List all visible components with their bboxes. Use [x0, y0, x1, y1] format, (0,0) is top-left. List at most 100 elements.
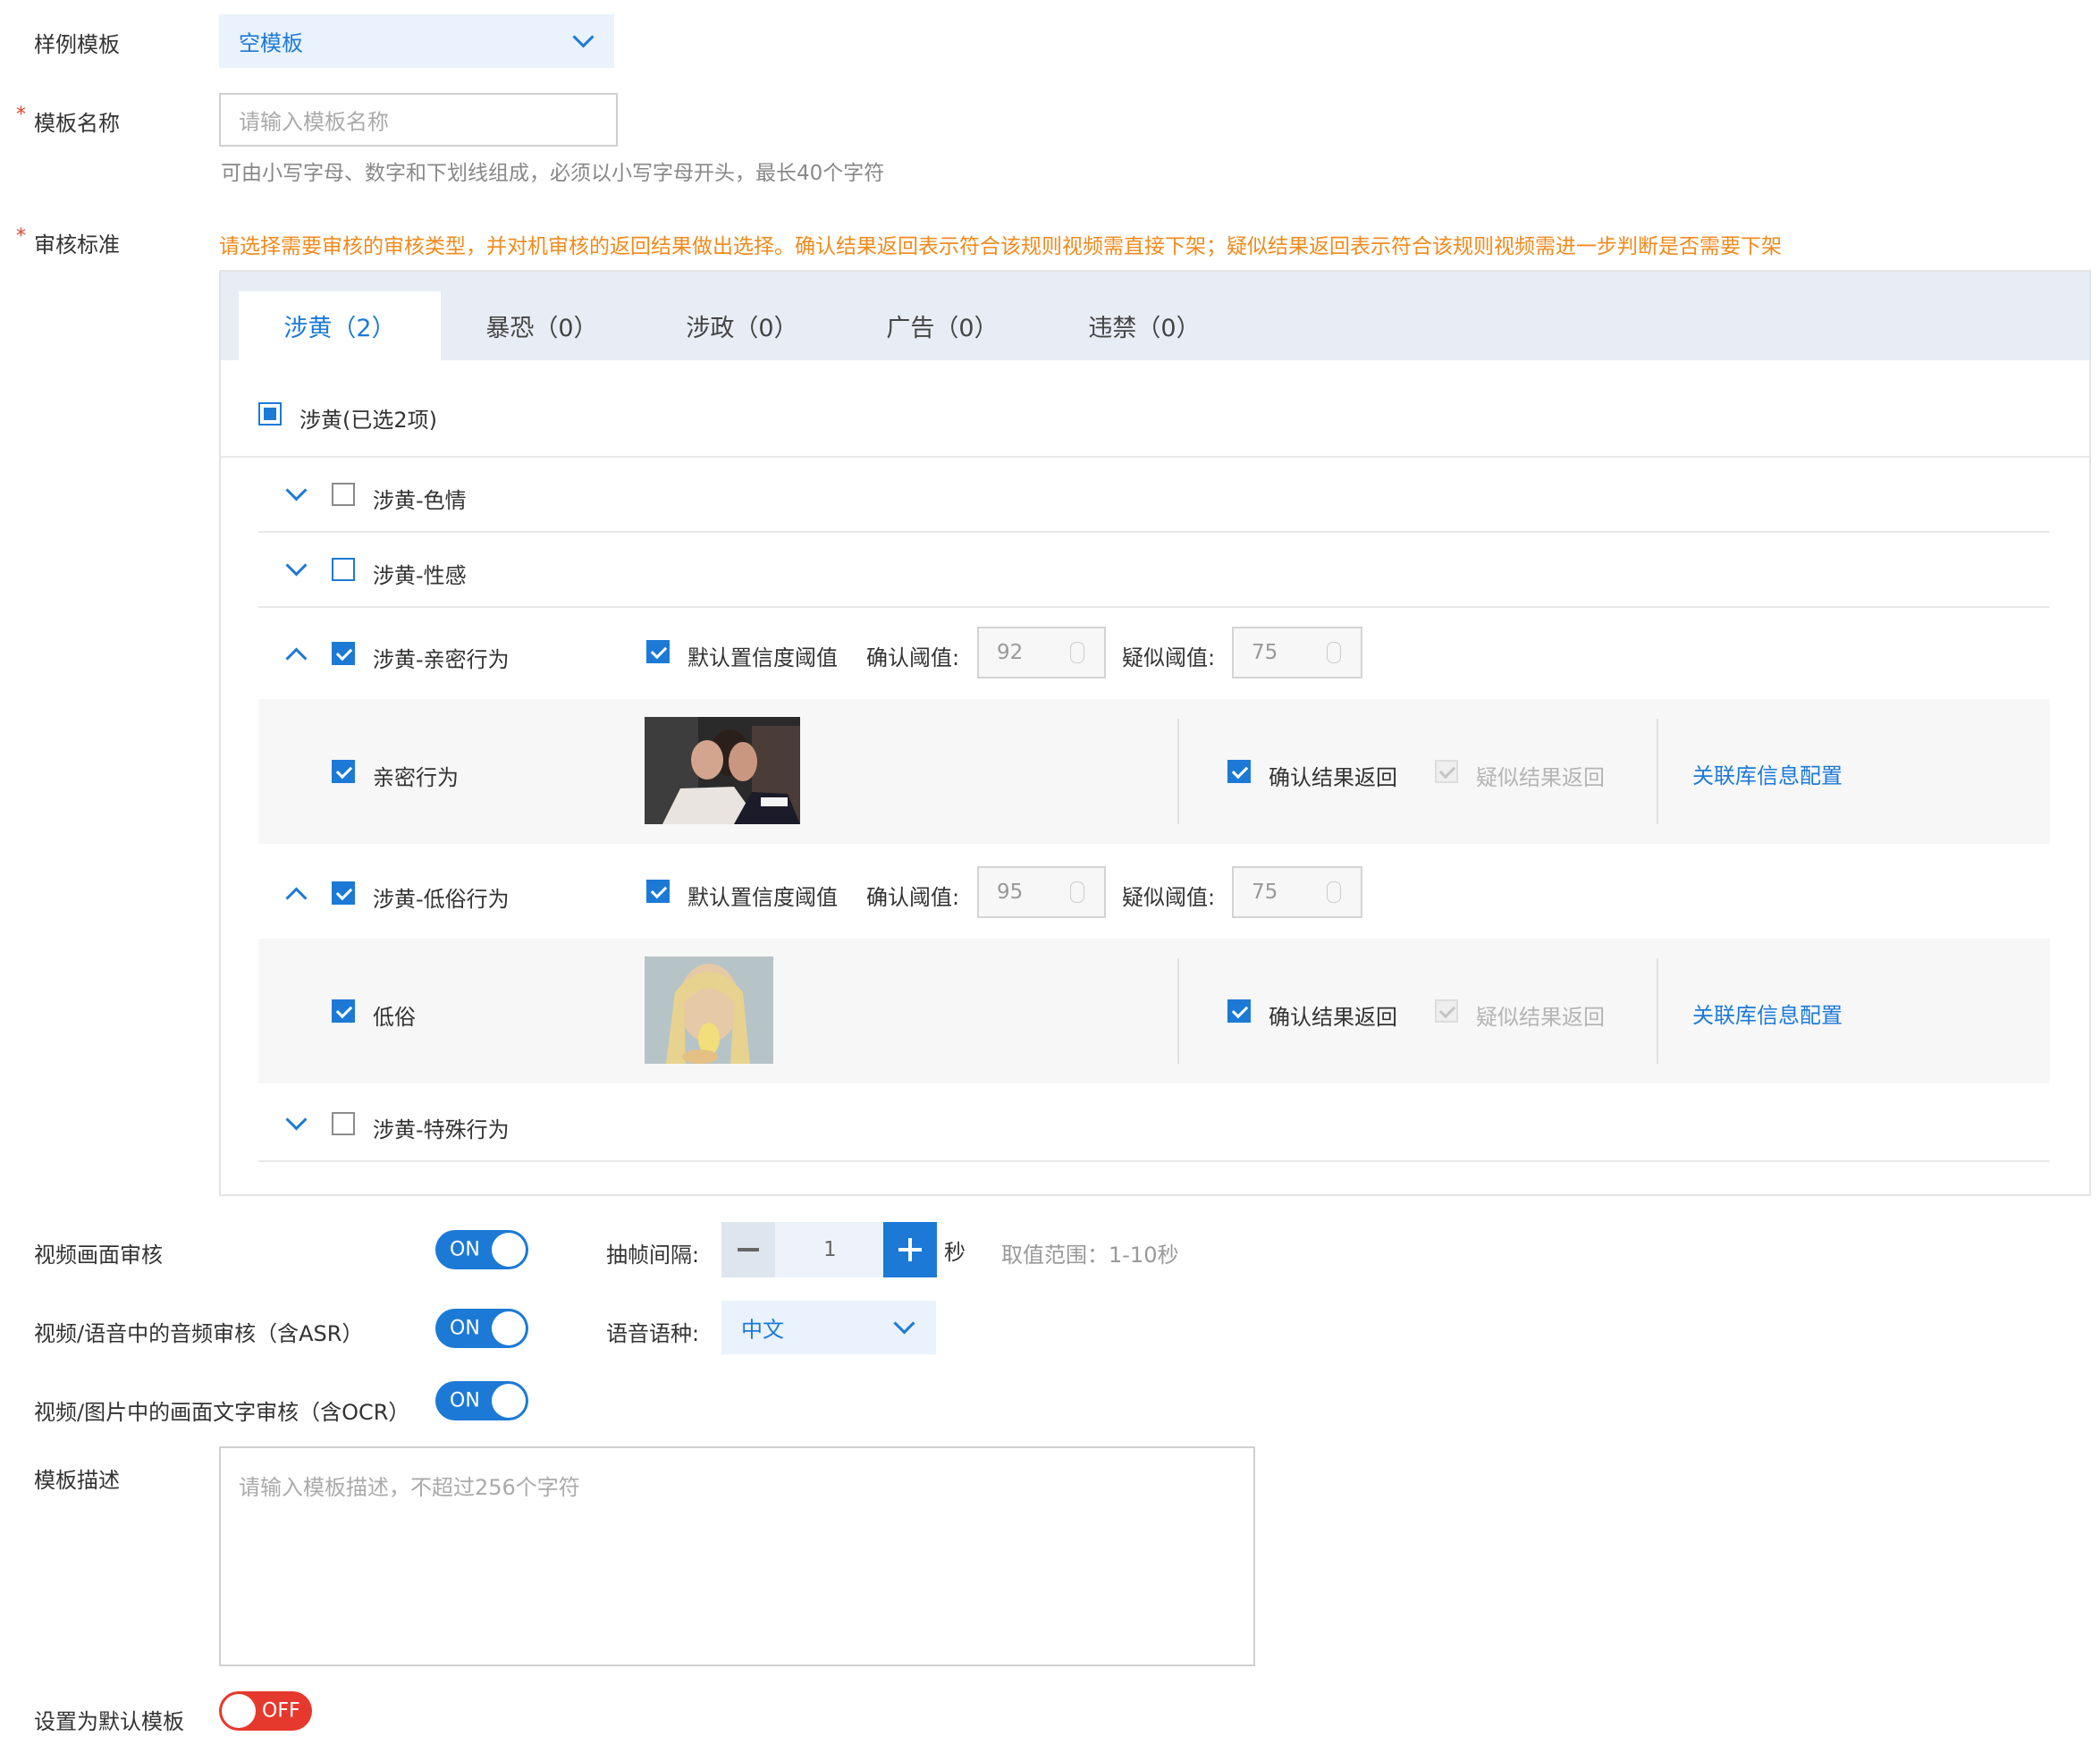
suspect-threshold-input[interactable]: 75 [1232, 627, 1362, 678]
category-checkbox[interactable] [332, 1112, 355, 1135]
audio-review-toggle[interactable]: ON [435, 1309, 528, 1348]
minus-button[interactable] [721, 1222, 775, 1277]
ocr-review-label: 视频/图片中的画面文字审核（含OCR） [34, 1400, 410, 1425]
toggle-knob [492, 1384, 526, 1418]
spinner-icon[interactable] [1327, 642, 1341, 663]
interval-unit: 秒 [944, 1240, 966, 1265]
subcategory-row: 低俗 确认结果返回 疑似结果返回 关联库信息配置 [258, 939, 2050, 1083]
template-name-placeholder: 请输入模板名称 [239, 109, 389, 135]
confirm-threshold-input[interactable]: 92 [977, 627, 1106, 678]
ocr-review-toggle[interactable]: ON [435, 1381, 528, 1420]
divider [1657, 958, 1658, 1064]
confirm-return-label: 确认结果返回 [1269, 1005, 1397, 1030]
expand-chevron-icon[interactable] [285, 1108, 308, 1131]
language-value: 中文 [741, 1317, 784, 1343]
video-frame-label: 视频画面审核 [34, 1243, 163, 1268]
divider [258, 531, 2050, 533]
confirm-return-checkbox[interactable] [1227, 760, 1251, 783]
audio-review-label: 视频/语音中的音频审核（含ASR） [34, 1321, 364, 1346]
confirm-threshold-label: 确认阈值: [866, 645, 960, 670]
toggle-knob [222, 1694, 256, 1728]
library-config-link[interactable]: 关联库信息配置 [1692, 758, 1843, 789]
description-textarea[interactable]: 请输入模板描述，不超过256个字符 [219, 1446, 1255, 1666]
category-checkbox[interactable] [332, 558, 355, 581]
divider [258, 1160, 2050, 1162]
confirm-threshold-label: 确认阈值: [866, 885, 960, 910]
default-threshold-checkbox[interactable] [646, 640, 670, 663]
subcategory-checkbox[interactable] [332, 999, 355, 1023]
category-label: 涉黄-低俗行为 [373, 887, 510, 912]
expand-chevron-icon[interactable] [285, 479, 308, 501]
spinner-icon[interactable] [1070, 881, 1084, 903]
subcategory-label: 亲密行为 [373, 765, 459, 790]
frame-interval-stepper: 1 [721, 1222, 937, 1277]
toggle-state: ON [450, 1389, 480, 1412]
suspect-return-checkbox[interactable] [1435, 760, 1458, 783]
template-name-label: * 模板名称 [16, 104, 120, 137]
minus-icon [738, 1248, 759, 1252]
frame-interval-value: 1 [823, 1238, 837, 1261]
plus-icon [898, 1238, 922, 1261]
spinner-icon[interactable] [1070, 642, 1084, 663]
divider [1177, 719, 1179, 824]
tab-politics[interactable]: 涉政（0） [641, 291, 843, 360]
chevron-down-icon [893, 1312, 915, 1335]
category-checkbox[interactable] [332, 881, 355, 905]
review-standard-label: * 审核标准 [16, 225, 120, 258]
sample-template-value: 空模板 [239, 30, 303, 56]
category-label: 涉黄-特殊行为 [373, 1117, 510, 1142]
suspect-return-checkbox[interactable] [1435, 999, 1458, 1023]
description-label: 模板描述 [34, 1468, 120, 1493]
expand-chevron-icon[interactable] [285, 554, 308, 577]
default-threshold-checkbox[interactable] [646, 880, 670, 903]
confirm-return-checkbox[interactable] [1227, 999, 1251, 1023]
review-standard-label-text: 审核标准 [34, 232, 120, 257]
video-frame-toggle[interactable]: ON [435, 1230, 528, 1269]
collapse-chevron-icon[interactable] [285, 887, 308, 909]
subcategory-label: 低俗 [373, 1005, 416, 1030]
spinner-icon[interactable] [1327, 881, 1341, 903]
category-checkbox[interactable] [332, 642, 355, 665]
frame-interval-label: 抽帧间隔: [606, 1243, 700, 1268]
divider [1657, 719, 1658, 824]
suspect-threshold-label: 疑似阈值: [1122, 885, 1216, 910]
confirm-threshold-value: 92 [997, 641, 1024, 664]
tab-ads[interactable]: 广告（0） [841, 291, 1043, 360]
collapse-chevron-icon[interactable] [285, 647, 308, 670]
default-template-label: 设置为默认模板 [34, 1709, 184, 1734]
confirm-return-label: 确认结果返回 [1269, 765, 1397, 790]
default-threshold-label: 默认置信度阈值 [687, 885, 838, 910]
suspect-threshold-value: 75 [1252, 641, 1278, 664]
tab-terror[interactable]: 暴恐（0） [441, 291, 643, 360]
language-label: 语音语种: [606, 1321, 700, 1346]
default-template-toggle[interactable]: OFF [219, 1691, 312, 1731]
divider [1177, 958, 1179, 1064]
suspect-threshold-value: 75 [1252, 881, 1278, 904]
subcategory-checkbox[interactable] [332, 760, 355, 783]
required-asterisk: * [16, 104, 26, 126]
toggle-state: OFF [262, 1699, 300, 1723]
default-threshold-label: 默认置信度阈值 [687, 645, 838, 670]
language-select[interactable]: 中文 [721, 1301, 936, 1354]
tab-prohibited[interactable]: 违禁（0） [1043, 291, 1245, 360]
plus-button[interactable] [883, 1222, 937, 1277]
template-name-input[interactable]: 请输入模板名称 [219, 93, 618, 147]
category-label: 涉黄-性感 [373, 563, 467, 588]
category-checkbox[interactable] [332, 483, 355, 506]
suspect-return-label: 疑似结果返回 [1476, 765, 1605, 790]
sample-template-select[interactable]: 空模板 [219, 14, 614, 68]
suspect-threshold-input[interactable]: 75 [1232, 866, 1362, 918]
tab-porn[interactable]: 涉黄（2） [239, 291, 441, 360]
group-header-label: 涉黄(已选2项) [299, 408, 437, 433]
library-config-link[interactable]: 关联库信息配置 [1692, 998, 1843, 1029]
sample-template-label: 样例模板 [34, 32, 120, 57]
category-label: 涉黄-色情 [373, 488, 467, 513]
interval-range-hint: 取值范围：1-10秒 [1001, 1243, 1179, 1268]
review-standard-notice: 请选择需要审核的审核类型，并对机审核的返回结果做出选择。确认结果返回表示符合该规… [219, 235, 1782, 258]
tab-bar: 涉黄（2） 暴恐（0） 涉政（0） 广告（0） 违禁（0） [221, 272, 2089, 360]
description-placeholder: 请输入模板描述，不超过256个字符 [239, 1475, 580, 1500]
subcategory-row: 亲密行为 确认结果返回 疑似结果返回 关联库信息配置 [258, 699, 2050, 844]
sample-thumbnail-image [645, 717, 800, 824]
group-select-all-checkbox[interactable] [258, 402, 282, 426]
confirm-threshold-input[interactable]: 95 [977, 866, 1106, 918]
